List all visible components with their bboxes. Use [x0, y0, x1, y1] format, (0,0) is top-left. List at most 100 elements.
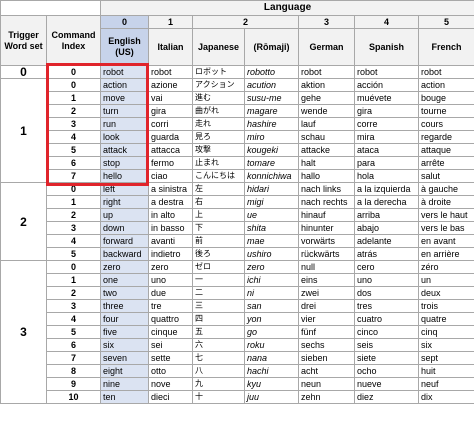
table-row: 4 forward avanti 前 mae vorwärts adelante en ava…: [1, 234, 474, 248]
italian-cell: nove: [148, 377, 193, 391]
spanish-cell: cinco: [354, 325, 419, 339]
german-cell: lauf: [298, 117, 355, 131]
japanese-cell: アクション: [192, 78, 245, 92]
german-cell: hinunter: [298, 221, 355, 235]
german-cell: vorwärts: [298, 234, 355, 248]
japanese-cell: 六: [192, 338, 245, 352]
trigger-set-cell: 1: [0, 78, 47, 183]
french-cell: regarde: [417, 130, 474, 144]
french-cell: six: [417, 338, 474, 352]
italian-cell: sette: [148, 351, 193, 365]
command-index-cell: 5: [46, 143, 101, 157]
german-cell: neun: [298, 377, 355, 391]
spanish-cell: acción: [354, 78, 419, 92]
command-index-cell: 8: [46, 364, 101, 378]
japanese-cell: 七: [192, 351, 245, 365]
italian-cell: gira: [148, 104, 193, 118]
spanish-cell: seis: [354, 338, 419, 352]
italian-cell: indietro: [148, 247, 193, 261]
german-cell: attacke: [298, 143, 355, 157]
japanese-cell: 進む: [192, 91, 245, 105]
romaji-cell: susu-me: [244, 91, 299, 105]
romaji-cell: hachi: [244, 364, 299, 378]
table-row: 3 0 zero zero ゼロ zero null cero zéro: [0, 260, 474, 404]
spanish-cell: uno: [354, 273, 419, 287]
table-row: 1 0 action azione アクション acution aktion acción ac…: [0, 78, 474, 183]
table-row: 5 backward indietro 後ろ ushiro rückwärts atrás e…: [1, 247, 474, 261]
french-cell: tourne: [417, 104, 474, 118]
italian-cell: attacca: [148, 143, 193, 157]
romaji-cell: ue: [244, 208, 299, 222]
romaji-cell: migi: [244, 195, 299, 209]
japanese-cell: 曲がれ: [192, 104, 245, 118]
japanese-cell: 八: [192, 364, 245, 378]
italian-cell: corri: [148, 117, 193, 131]
spanish-cell: atrás: [354, 247, 419, 261]
french-cell: cinq: [417, 325, 474, 339]
table-row: 10 ten dieci 十 juu zehn diez dix: [1, 390, 474, 404]
command-index-cell: 6: [46, 156, 101, 170]
french-cell: vers le bas: [417, 221, 474, 235]
table-row: 1 move vai 進む susu-me gehe muévete bouge: [1, 91, 474, 105]
french-cell: huit: [417, 364, 474, 378]
table-row: 0 0 robot robot ロボット robotto robot robot robot: [0, 65, 474, 79]
table-row: 4 four quattro 四 yon vier cuatro quatre: [1, 312, 474, 326]
english-cell: seven: [100, 351, 149, 365]
command-index-cell: 0: [46, 260, 101, 274]
command-index-header: Command Index: [46, 15, 101, 66]
french-cell: à droite: [417, 195, 474, 209]
command-index-cell: 1: [46, 195, 101, 209]
command-index-cell: 2: [46, 286, 101, 300]
french-cell: arrête: [417, 156, 474, 170]
table-row: 2 0 left a sinistra 左 hidari nach links a la iz…: [0, 182, 474, 261]
japanese-cell: 右: [192, 195, 245, 209]
english-cell: down: [100, 221, 149, 235]
japanese-cell: 三: [192, 299, 245, 313]
german-cell: nach links: [298, 182, 355, 196]
table-row: 5 five cinque 五 go fünf cinco cinq: [1, 325, 474, 339]
spanish-cell: dos: [354, 286, 419, 300]
english-cell: ten: [100, 390, 149, 404]
english-cell: six: [100, 338, 149, 352]
trigger-word-set-header: Trigger Word set: [0, 15, 47, 66]
german-cell: null: [298, 260, 355, 274]
italian-cell: dieci: [148, 390, 193, 404]
german-cell: hallo: [298, 169, 355, 183]
command-index-cell: 3: [46, 221, 101, 235]
table-row: 3 run corri 走れ hashire lauf corre cours: [1, 117, 474, 131]
col-number-4: 4: [354, 15, 419, 29]
table-row: 5 attack attacca 攻撃 kougeki attacke ataca attaq…: [1, 143, 474, 157]
spanish-cell: robot: [354, 65, 419, 79]
spanish-cell: tres: [354, 299, 419, 313]
col-number-2: 2: [192, 15, 299, 29]
japanese-cell: 上: [192, 208, 245, 222]
table-row: 2 two due 二 ni zwei dos deux: [1, 286, 474, 300]
spanish-cell: mira: [354, 130, 419, 144]
italian-cell: ciao: [148, 169, 193, 183]
french-cell: à gauche: [417, 182, 474, 196]
japanese-cell: ロボット: [192, 65, 245, 79]
italian-cell: quattro: [148, 312, 193, 326]
french-cell: quatre: [417, 312, 474, 326]
romaji-cell: acution: [244, 78, 299, 92]
french-cell: cours: [417, 117, 474, 131]
japanese-cell: 止まれ: [192, 156, 245, 170]
table-row: 3 three tre 三 san drei tres trois: [1, 299, 474, 313]
romaji-cell: roku: [244, 338, 299, 352]
table-row: 6 stop fermo 止まれ tomare halt para arrête: [1, 156, 474, 170]
english-cell: five: [100, 325, 149, 339]
table-row: 7 seven sette 七 nana sieben siete sept: [1, 351, 474, 365]
german-cell: drei: [298, 299, 355, 313]
english-cell: eight: [100, 364, 149, 378]
italian-cell: otto: [148, 364, 193, 378]
command-index-cell: 3: [46, 299, 101, 313]
command-index-cell: 0: [46, 182, 101, 196]
command-index-cell: 2: [46, 208, 101, 222]
command-index-cell: 4: [46, 312, 101, 326]
french-cell: sept: [417, 351, 474, 365]
italian-cell: avanti: [148, 234, 193, 248]
german-cell: fünf: [298, 325, 355, 339]
romaji-cell: magare: [244, 104, 299, 118]
language-table-view: Language Trigger Word set Command Index …: [0, 0, 474, 432]
german-cell: sieben: [298, 351, 355, 365]
